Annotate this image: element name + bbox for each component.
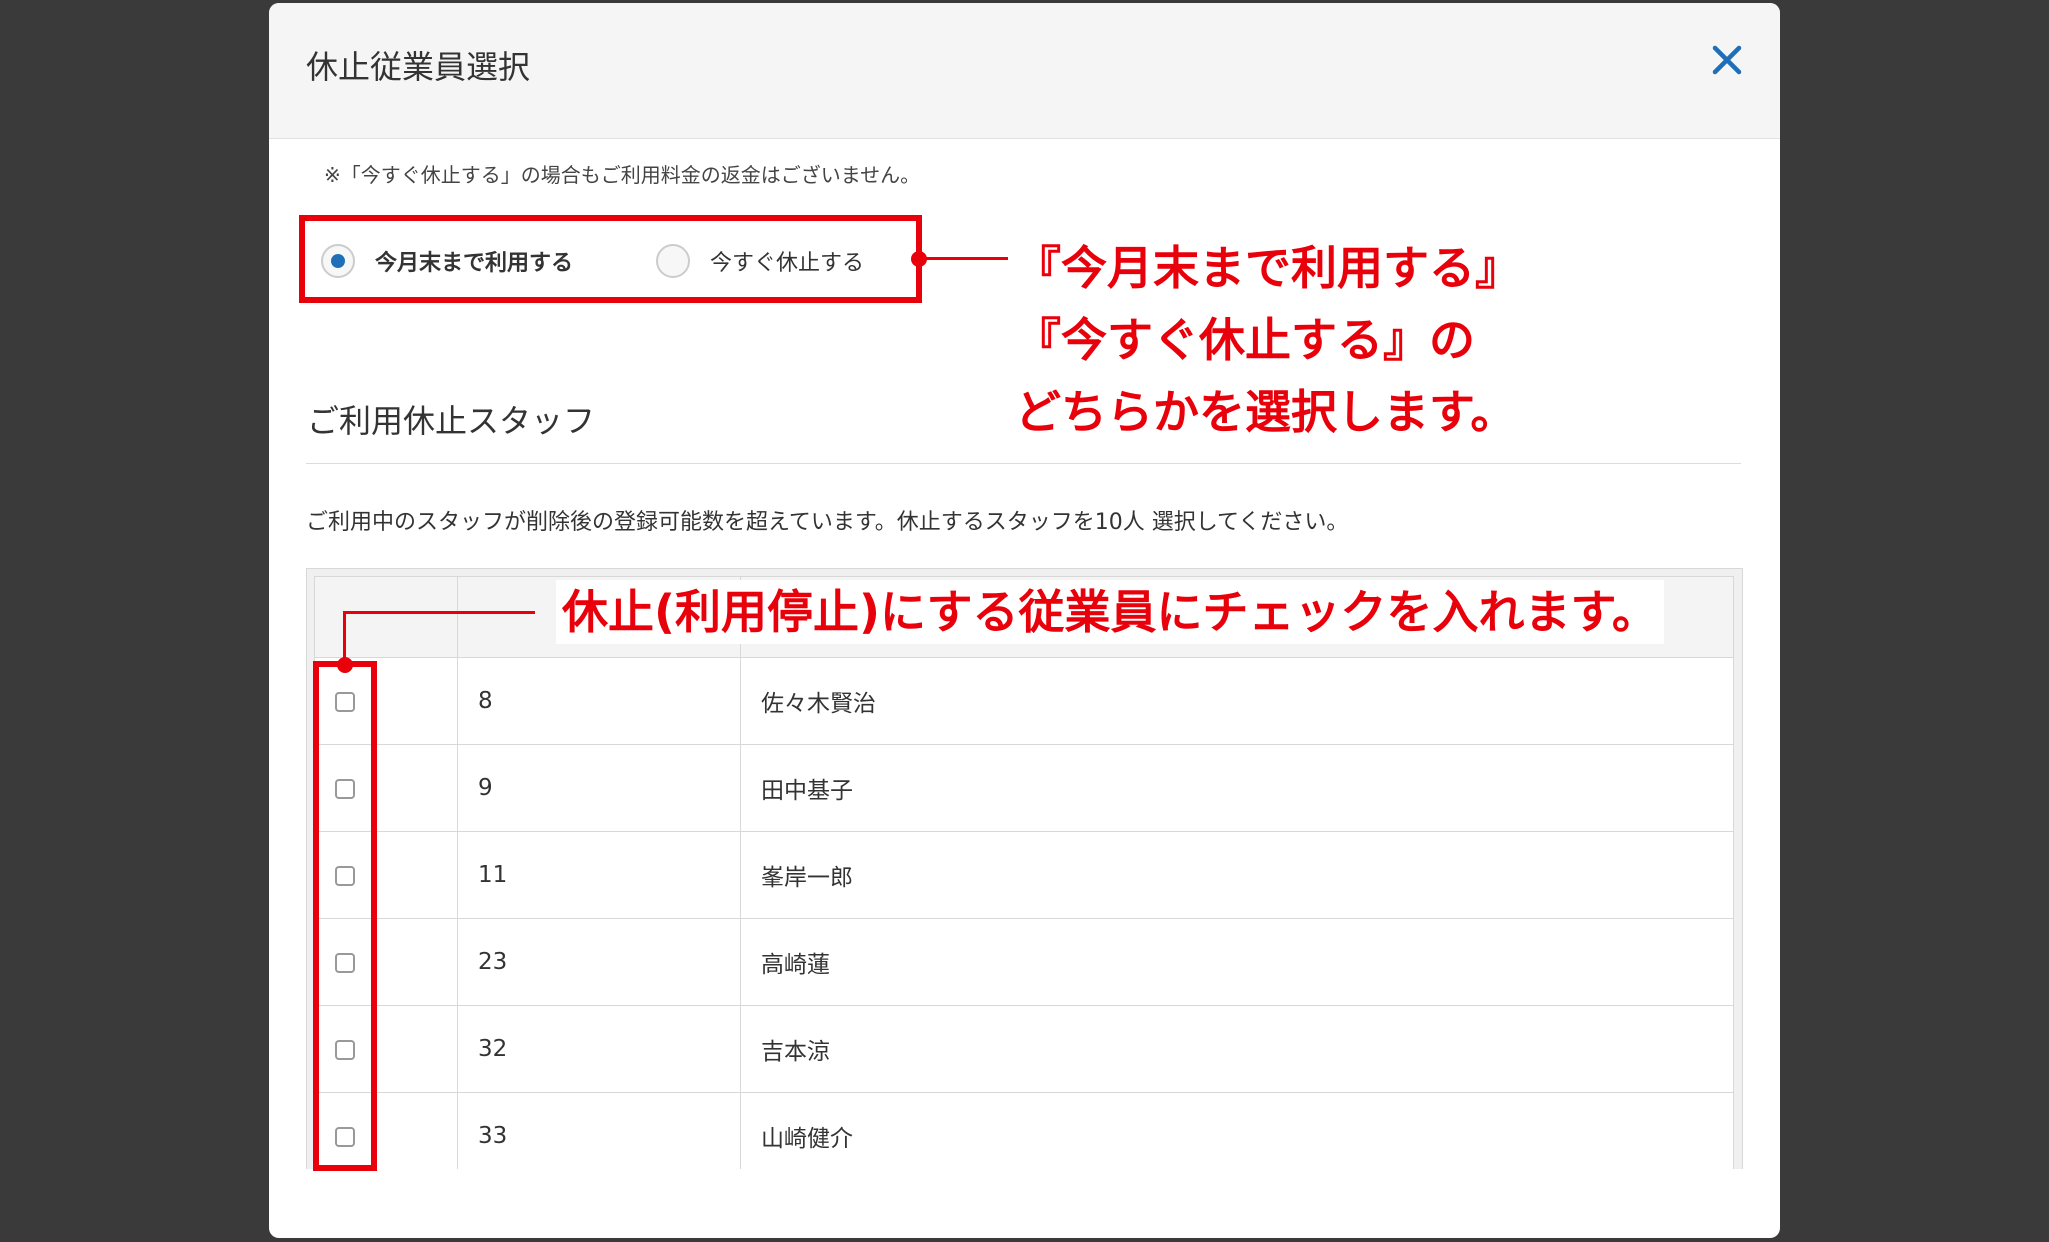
modal-header: 休止従業員選択 (269, 3, 1780, 139)
table-row: 8 佐々木賢治 (314, 657, 1734, 745)
header-select (314, 576, 458, 658)
staff-name: 吉本涼 (740, 1005, 1734, 1093)
annotation-radio-text: 『今月末まで利用する』 『今すぐ休止する』の どちらかを選択します。 (1015, 232, 1521, 448)
table-row: 11 峯岸一郎 (314, 831, 1734, 919)
staff-name: 田中基子 (740, 744, 1734, 832)
refund-notice: ※「今すぐ休止する」の場合もご利用料金の返金はございません。 (324, 163, 921, 187)
section-title: ご利用休止スタッフ (307, 402, 596, 440)
close-button[interactable] (1706, 39, 1748, 81)
staff-table: 8 佐々木賢治 9 田中基子 11 峯岸一郎 23 高崎蓮 32 吉本涼 33 … (314, 576, 1734, 1169)
modal-title: 休止従業員選択 (306, 48, 531, 86)
close-icon (1712, 45, 1742, 75)
staff-table-container: 8 佐々木賢治 9 田中基子 11 峯岸一郎 23 高崎蓮 32 吉本涼 33 … (306, 568, 1743, 1169)
staff-name: 佐々木賢治 (740, 657, 1734, 745)
table-row: 9 田中基子 (314, 744, 1734, 832)
annotation-highlight-checkboxes (313, 661, 377, 1171)
staff-id: 32 (457, 1005, 741, 1093)
section-divider (306, 463, 1741, 464)
staff-id: 11 (457, 831, 741, 919)
annotation-highlight-radio (299, 215, 922, 303)
annotation-line-3: どちらかを選択します。 (1015, 385, 1517, 439)
staff-id: 9 (457, 744, 741, 832)
annotation-checkbox-text: 休止(利用停止)にする従業員にチェックを入れます。 (556, 580, 1664, 644)
table-row: 33 山崎健介 (314, 1092, 1734, 1169)
staff-id: 8 (457, 657, 741, 745)
annotation-line (919, 257, 1008, 260)
staff-id: 23 (457, 918, 741, 1006)
selection-instruction: ご利用中のスタッフが削除後の登録可能数を超えています。休止するスタッフを10人 … (306, 510, 1349, 535)
annotation-line (343, 613, 346, 661)
staff-id: 33 (457, 1092, 741, 1169)
annotation-line (343, 611, 535, 614)
staff-name: 峯岸一郎 (740, 831, 1734, 919)
table-row: 32 吉本涼 (314, 1005, 1734, 1093)
staff-name: 山崎健介 (740, 1092, 1734, 1169)
annotation-line-2: 『今すぐ休止する』の (1015, 313, 1475, 367)
table-row: 23 高崎蓮 (314, 918, 1734, 1006)
staff-name: 高崎蓮 (740, 918, 1734, 1006)
annotation-line-1: 『今月末まで利用する』 (1015, 241, 1521, 295)
